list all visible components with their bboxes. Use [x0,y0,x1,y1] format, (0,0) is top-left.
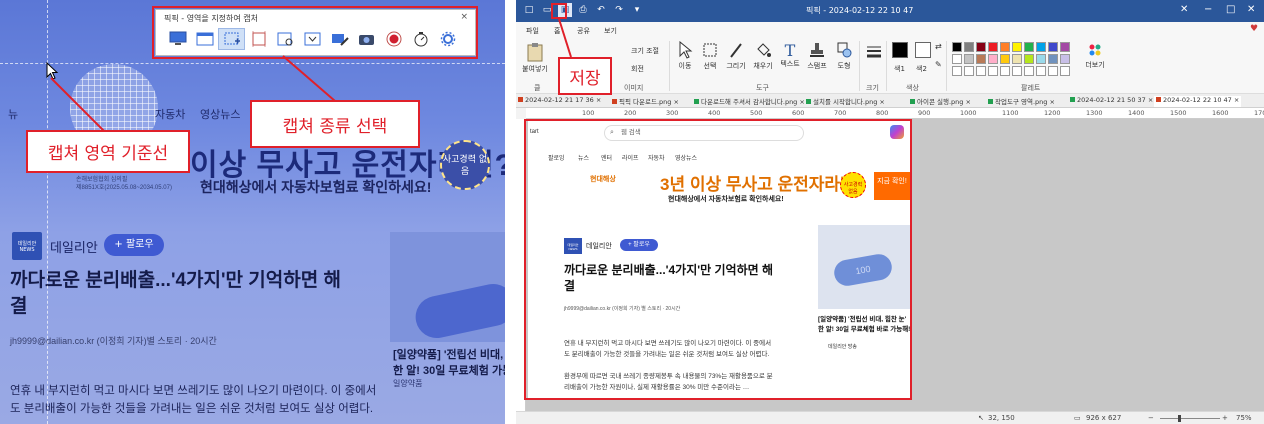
editor-window: □ ▭ ▣ ⎙ ↶ ↷ ▾ 픽픽 - 2024-02-12 22 10 47 ✕… [516,0,1264,424]
capture-screen-left: 뉴 자동차 영상뉴스 이상 무사고 운전자라면? 현대해상에서 자동차보험료 확… [0,0,505,424]
capture-basis-annotation: 캡쳐 영역 기준선 [26,130,190,173]
capture-type-annotation: 캡쳐 종류 선택 [250,100,420,148]
annotation-arrows [50,55,336,132]
save-annotation-arrow [558,18,572,58]
save-annotation: 저장 [558,57,612,95]
